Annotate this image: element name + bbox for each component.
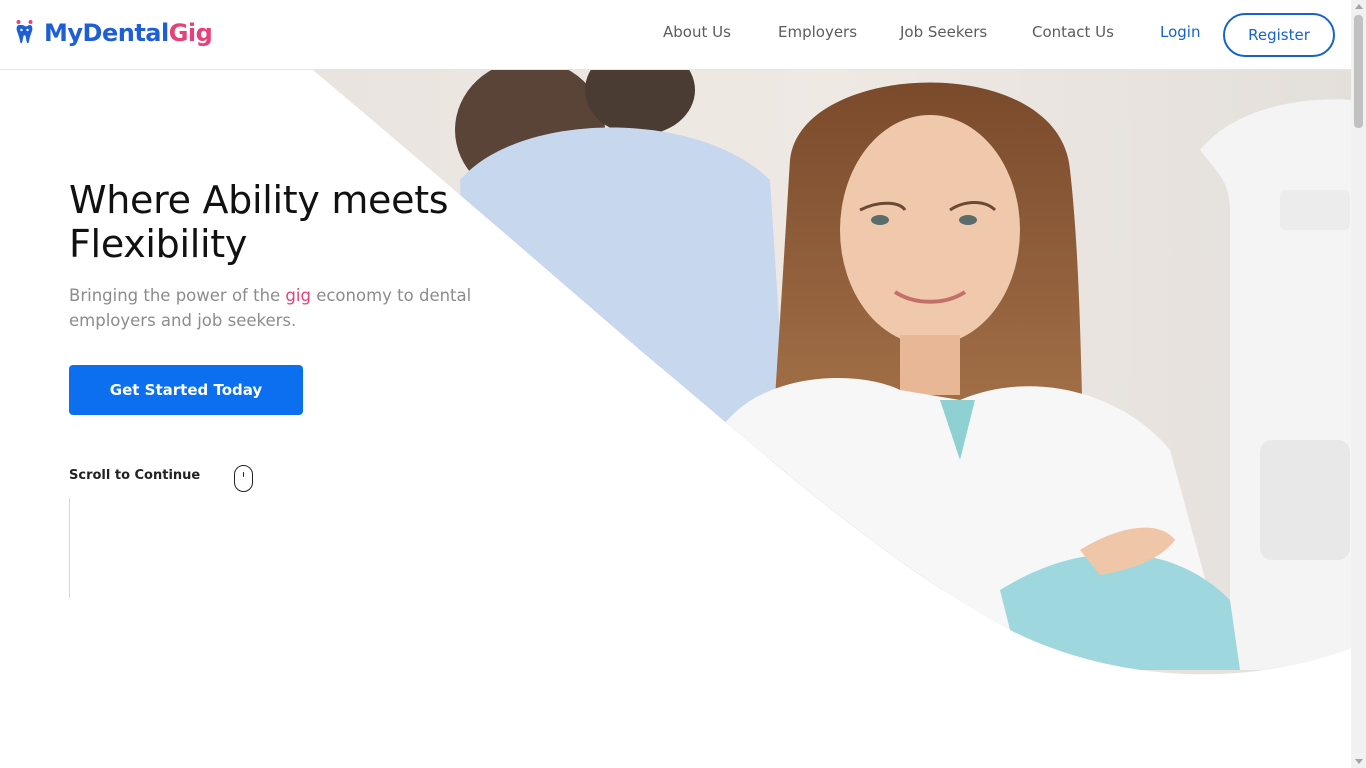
get-started-button[interactable]: Get Started Today: [69, 365, 303, 415]
scrollbar-thumb[interactable]: [1354, 15, 1363, 128]
nav-employers[interactable]: Employers: [778, 23, 857, 41]
nav-about-us[interactable]: About Us: [663, 23, 731, 41]
register-button[interactable]: Register: [1223, 13, 1335, 57]
hero-title: Where Ability meets Flexibility: [69, 178, 449, 266]
site-header: MyDentalGig About Us Employers Job Seeke…: [0, 0, 1351, 70]
scroll-down-arrow-icon[interactable]: [1355, 759, 1363, 764]
nav-job-seekers[interactable]: Job Seekers: [900, 23, 987, 41]
scroll-up-arrow-icon[interactable]: [1355, 4, 1363, 9]
main-nav: About Us Employers Job Seekers Contact U…: [0, 0, 1351, 70]
hero-subtitle: Bringing the power of the gig economy to…: [69, 283, 489, 333]
page-scrollbar[interactable]: [1351, 0, 1366, 768]
scroll-indicator-line: [69, 498, 70, 598]
hero-subtitle-highlight: gig: [285, 286, 311, 305]
hero-image: [313, 70, 1351, 675]
scroll-hint-label: Scroll to Continue: [69, 468, 201, 483]
nav-contact-us[interactable]: Contact Us: [1032, 23, 1114, 41]
hero-subtitle-text: Bringing the power of the: [69, 286, 286, 305]
login-link[interactable]: Login: [1160, 23, 1200, 41]
mouse-scroll-icon: [234, 465, 253, 492]
